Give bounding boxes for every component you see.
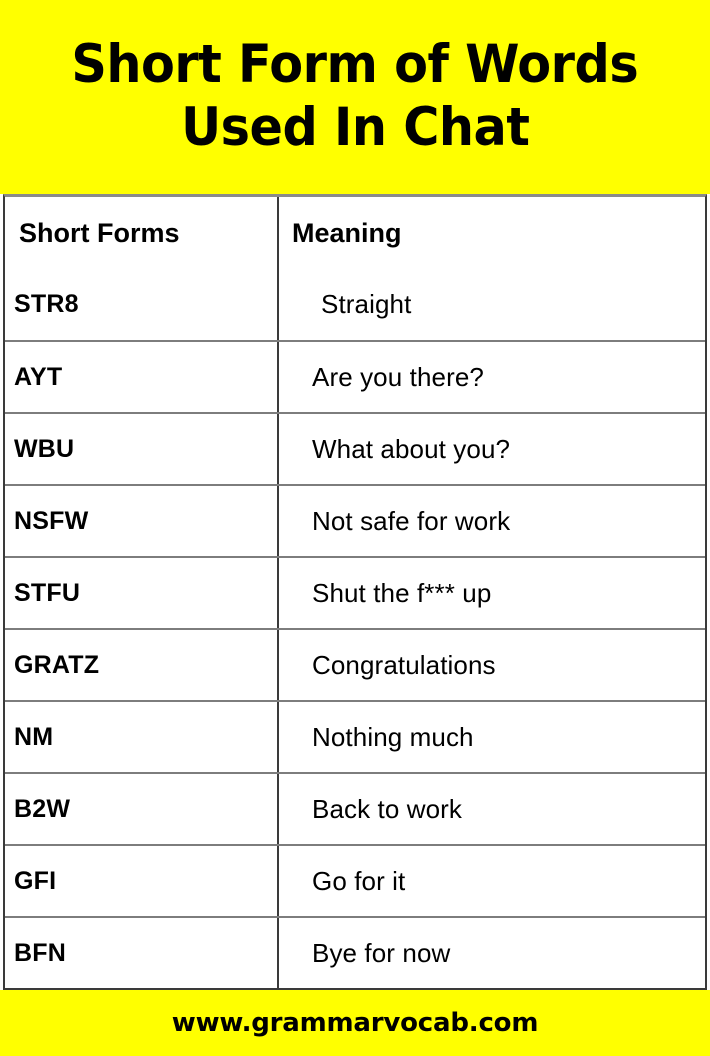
cell-meaning: Are you there?: [278, 341, 705, 414]
cell-meaning: Go for it: [278, 845, 705, 918]
table-row: AYT Are you there?: [5, 341, 705, 414]
cell-short-form: GFI: [5, 845, 279, 918]
footer-banner: www.grammarvocab.com: [0, 990, 710, 1056]
cell-short-form: GRATZ: [5, 629, 279, 702]
table-header: Short Forms Meaning: [5, 197, 705, 269]
table-row: BFN Bye for now: [5, 917, 705, 989]
cell-meaning: Straight: [278, 269, 705, 342]
infographic-page: Short Form of Words Used In Chat Short F…: [0, 0, 710, 1056]
short-forms-table: Short Forms Meaning STR8 Straight AYT Ar…: [5, 197, 705, 989]
short-forms-table-container: Short Forms Meaning STR8 Straight AYT Ar…: [3, 194, 707, 990]
cell-short-form: B2W: [5, 773, 279, 846]
column-header-meaning: Meaning: [292, 217, 402, 248]
table-row: STR8 Straight: [5, 269, 705, 342]
title-banner: Short Form of Words Used In Chat: [0, 0, 710, 194]
table-header-row: Short Forms Meaning: [5, 197, 705, 269]
page-title-line-2: Used In Chat: [180, 97, 530, 158]
table-row: NSFW Not safe for work: [5, 485, 705, 558]
cell-short-form: NM: [5, 701, 279, 774]
cell-meaning: Bye for now: [312, 938, 451, 968]
cell-meaning: What about you?: [278, 413, 705, 486]
table-row: STFU Shut the f*** up: [5, 557, 705, 630]
cell-meaning: Nothing much: [278, 701, 705, 774]
website-url: www.grammarvocab.com: [171, 1008, 539, 1038]
cell-short-form: BFN: [5, 917, 279, 989]
cell-short-form: STR8: [5, 269, 279, 342]
table-row: B2W Back to work: [5, 773, 705, 846]
cell-meaning: Shut the f*** up: [278, 557, 705, 630]
page-title-line-1: Short Form of Words: [71, 34, 639, 96]
cell-short-form: NSFW: [5, 485, 279, 558]
cell-meaning: Congratulations: [278, 629, 705, 702]
column-header-short-forms: Short Forms: [5, 197, 279, 269]
cell-meaning: Not safe for work: [278, 485, 705, 558]
table-body: STR8 Straight AYT Are you there? WBU Wha…: [5, 269, 705, 989]
table-row: GRATZ Congratulations: [5, 629, 705, 702]
cell-short-form: AYT: [5, 341, 279, 414]
table-row: GFI Go for it: [5, 845, 705, 918]
cell-meaning: Back to work: [278, 773, 705, 846]
cell-short-form: WBU: [5, 413, 279, 486]
table-row: WBU What about you?: [5, 413, 705, 486]
table-row: NM Nothing much: [5, 701, 705, 774]
cell-short-form: STFU: [5, 557, 279, 630]
